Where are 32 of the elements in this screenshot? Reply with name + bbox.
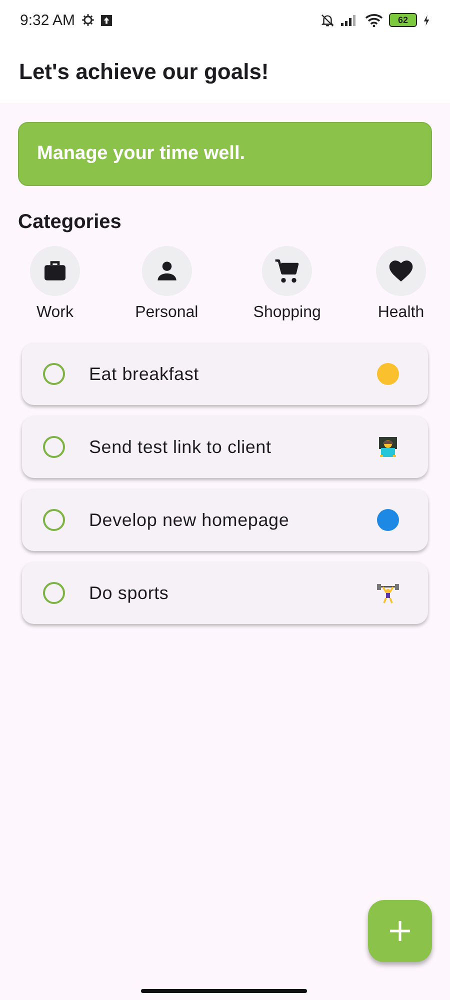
task-card[interactable]: Develop new homepage — [22, 489, 428, 551]
section-heading: Categories — [18, 211, 122, 234]
category-label: Health — [378, 304, 424, 322]
category-label: Shopping — [253, 304, 321, 322]
charging-icon — [423, 14, 430, 26]
task-checkbox[interactable] — [43, 363, 65, 385]
weightlifter-icon — [376, 581, 400, 605]
muted-bell-icon — [320, 12, 335, 28]
category-label: Work — [36, 304, 74, 322]
task-title: Do sports — [89, 582, 170, 604]
task-checkbox[interactable] — [43, 436, 65, 458]
add-button[interactable] — [368, 900, 432, 962]
task-title: Eat breakfast — [89, 364, 200, 384]
task-checkbox[interactable] — [43, 509, 65, 531]
wifi-icon — [365, 13, 383, 27]
cart-icon — [273, 257, 302, 285]
category-label: Personal — [135, 304, 198, 322]
category-button[interactable]: Shopping — [253, 246, 321, 322]
gear-icon — [81, 13, 96, 27]
banner: Manage your time well. — [18, 122, 432, 186]
plus-icon — [388, 919, 412, 943]
person-at-laptop-icon — [376, 435, 400, 459]
task-title: Send test link to client — [89, 436, 272, 458]
upload-icon — [101, 14, 112, 26]
task-checkbox[interactable] — [43, 582, 65, 604]
task-card[interactable]: Do sports — [22, 562, 428, 624]
task-card[interactable]: Eat breakfast — [22, 343, 428, 405]
app-title: Let's achieve our goals! — [19, 58, 269, 84]
status-time: 9:32 AM — [20, 12, 76, 28]
task-title: Develop new homepage — [89, 510, 290, 530]
battery-percent: 62 — [398, 16, 408, 24]
task-card[interactable]: Send test link to client — [22, 416, 428, 478]
